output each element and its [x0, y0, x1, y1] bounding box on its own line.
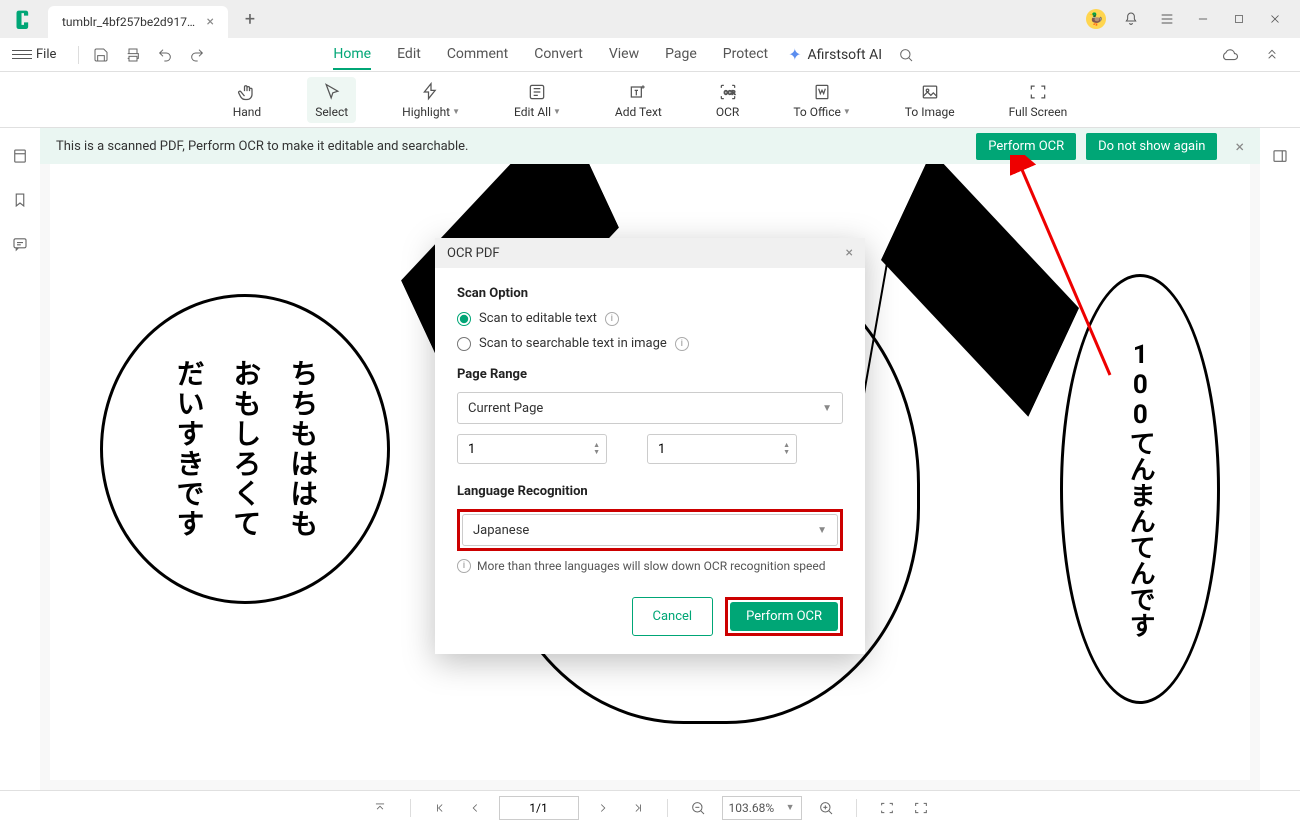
radio-input[interactable] — [457, 312, 471, 326]
spin-down-icon[interactable]: ▼ — [593, 449, 600, 456]
info-icon: i — [457, 559, 471, 573]
page-range-title: Page Range — [457, 367, 843, 382]
spin-down-icon[interactable]: ▼ — [783, 449, 790, 456]
page-range-select[interactable]: Current Page ▼ — [457, 392, 843, 424]
info-icon[interactable]: i — [605, 312, 619, 326]
cancel-button[interactable]: Cancel — [632, 597, 714, 636]
select-value: Current Page — [468, 401, 543, 416]
scan-option-title: Scan Option — [457, 286, 843, 301]
perform-ocr-dialog-button[interactable]: Perform OCR — [730, 602, 838, 631]
dialog-overlay: OCR PDF × Scan Option Scan to editable t… — [0, 0, 1300, 824]
radio-label: Scan to editable text — [479, 311, 597, 326]
language-title: Language Recognition — [457, 484, 843, 499]
language-highlight-box: Japanese ▼ — [457, 509, 843, 551]
input-value: 1 — [468, 442, 475, 457]
from-page-input[interactable]: 1 ▲▼ — [457, 434, 607, 464]
warning-text: More than three languages will slow down… — [477, 559, 826, 573]
dialog-title: OCR PDF — [447, 246, 500, 261]
to-page-input[interactable]: 1 ▲▼ — [647, 434, 797, 464]
input-value: 1 — [658, 442, 665, 457]
scan-editable-radio[interactable]: Scan to editable text i — [457, 311, 843, 326]
scan-searchable-radio[interactable]: Scan to searchable text in image i — [457, 336, 843, 351]
radio-label: Scan to searchable text in image — [479, 336, 667, 351]
dropdown-arrow-icon: ▼ — [817, 525, 827, 536]
info-icon[interactable]: i — [675, 337, 689, 351]
dialog-close-icon[interactable]: × — [846, 245, 853, 261]
dropdown-arrow-icon: ▼ — [822, 403, 832, 414]
language-select[interactable]: Japanese ▼ — [462, 514, 838, 546]
radio-input[interactable] — [457, 337, 471, 351]
perform-highlight-box: Perform OCR — [725, 597, 843, 636]
language-warning: i More than three languages will slow do… — [457, 559, 843, 573]
select-value: Japanese — [473, 523, 529, 538]
dialog-header[interactable]: OCR PDF × — [435, 238, 865, 268]
ocr-dialog: OCR PDF × Scan Option Scan to editable t… — [435, 238, 865, 654]
